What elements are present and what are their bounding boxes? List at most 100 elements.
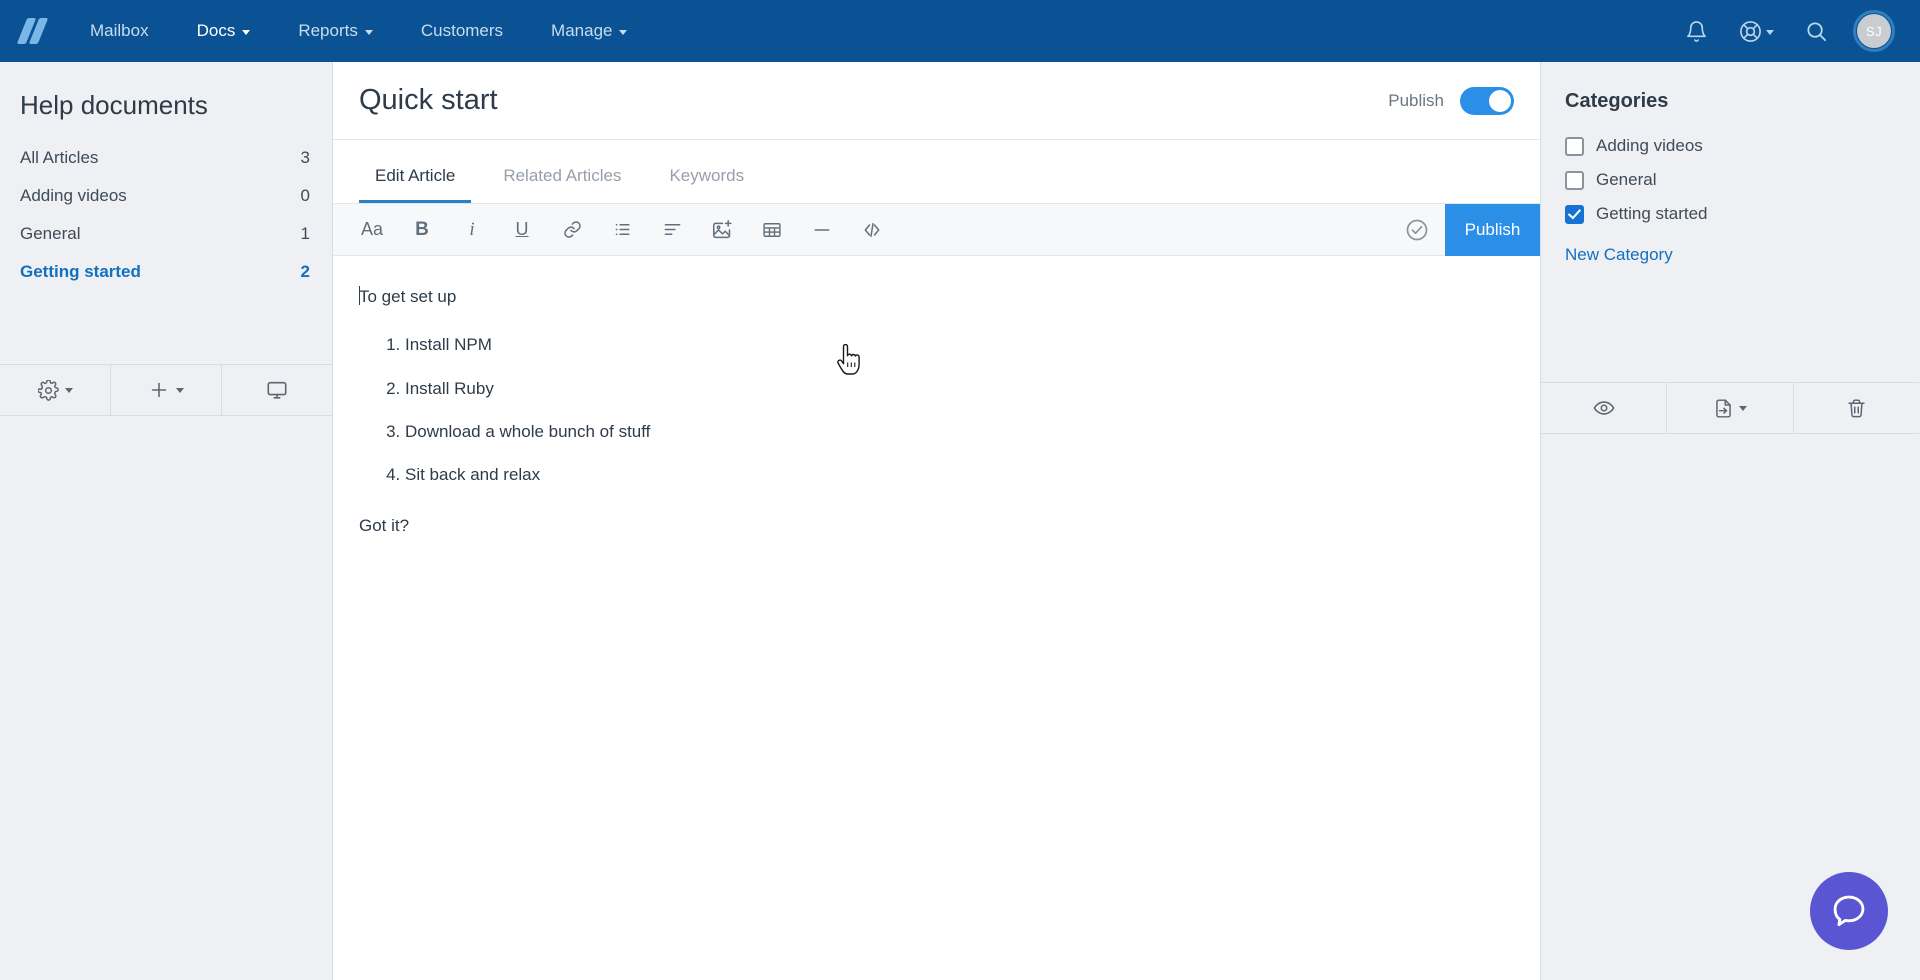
chevron-down-icon xyxy=(242,29,251,35)
sidebar-item-adding-videos[interactable]: Adding videos 0 xyxy=(0,177,332,215)
publish-toggle[interactable] xyxy=(1460,86,1514,115)
sidebar-item-label: Adding videos xyxy=(20,186,127,205)
chevron-down-icon xyxy=(1738,405,1747,411)
category-row-adding-videos[interactable]: Adding videos xyxy=(1541,129,1919,163)
category-label: General xyxy=(1596,170,1657,189)
sidebar-add-button[interactable] xyxy=(111,365,222,415)
tab-label: Related Articles xyxy=(503,166,622,185)
move-article-button[interactable] xyxy=(1667,383,1794,433)
sidebar-item-label: General xyxy=(20,224,81,243)
helpscout-logo[interactable] xyxy=(0,18,66,44)
publish-toggle-label: Publish xyxy=(1388,90,1444,110)
nav-item-mailbox[interactable]: Mailbox xyxy=(66,0,173,62)
category-label: Getting started xyxy=(1596,204,1708,223)
chevron-down-icon xyxy=(1765,29,1774,35)
editor-toolbar: Aa B i U Publish xyxy=(333,204,1540,256)
nav-item-manage[interactable]: Manage xyxy=(527,0,651,62)
sidebar-item-count: 2 xyxy=(300,262,310,281)
main-layout: Help documents All Articles 3 Adding vid… xyxy=(0,62,1920,980)
article-closing-paragraph: Got it? xyxy=(359,515,410,535)
life-ring-icon[interactable] xyxy=(1724,0,1788,62)
category-row-getting-started[interactable]: Getting started xyxy=(1541,197,1919,231)
chat-bubble-icon xyxy=(1833,895,1865,927)
sidebar-item-label: All Articles xyxy=(20,148,99,167)
top-navigation-bar: Mailbox Docs Reports Customers Manage SJ xyxy=(0,0,1920,62)
sidebar-item-label: Getting started xyxy=(20,262,141,281)
bullet-list-icon[interactable] xyxy=(597,204,647,256)
sidebar-item-general[interactable]: General 1 xyxy=(0,215,332,253)
categories-panel: Categories Adding videos General Getting… xyxy=(1541,62,1919,980)
chevron-down-icon xyxy=(64,387,73,393)
avatar-initials: SJ xyxy=(1857,14,1891,48)
bell-icon[interactable] xyxy=(1668,0,1724,62)
article-header: Quick start Publish xyxy=(333,62,1540,140)
category-checkbox[interactable] xyxy=(1565,136,1584,156)
tab-edit-article[interactable]: Edit Article xyxy=(359,166,472,203)
search-icon[interactable] xyxy=(1788,0,1844,62)
chevron-down-icon xyxy=(619,29,628,35)
list-item: Install Ruby xyxy=(405,376,1514,402)
article-editor-panel: Quick start Publish Edit Article Related… xyxy=(333,62,1541,980)
list-item: Install NPM xyxy=(405,332,1514,358)
underline-icon[interactable]: U xyxy=(497,204,547,256)
sidebar-item-count: 1 xyxy=(300,224,310,243)
article-tabs: Edit Article Related Articles Keywords xyxy=(333,140,1540,204)
nav-item-label: Docs xyxy=(196,21,236,40)
link-icon[interactable] xyxy=(547,204,597,256)
tab-label: Edit Article xyxy=(375,166,456,185)
nav-item-docs[interactable]: Docs xyxy=(173,0,275,62)
align-left-icon[interactable] xyxy=(647,204,697,256)
check-circle-icon[interactable] xyxy=(1389,204,1445,256)
article-body-editor[interactable]: To get set up Install NPM Install Ruby D… xyxy=(333,256,1540,980)
category-label: Adding videos xyxy=(1596,136,1703,155)
tab-label: Keywords xyxy=(669,166,745,185)
chevron-down-icon xyxy=(176,387,184,393)
table-icon[interactable] xyxy=(747,204,797,256)
sidebar-settings-button[interactable] xyxy=(0,365,111,415)
sidebar-preview-site-button[interactable] xyxy=(222,365,332,415)
nav-item-label: Manage xyxy=(551,21,613,40)
avatar[interactable]: SJ xyxy=(1844,0,1904,62)
nav-item-label: Mailbox xyxy=(90,21,149,40)
preview-article-button[interactable] xyxy=(1541,383,1668,433)
list-item: Download a whole bunch of stuff xyxy=(405,419,1514,445)
nav-item-label: Reports xyxy=(298,21,358,40)
editor-toolbar-actions: Publish xyxy=(1389,204,1540,256)
mouse-pointer-cursor xyxy=(835,343,861,384)
categories-footer-toolbar xyxy=(1541,382,1919,434)
chevron-down-icon xyxy=(364,29,373,35)
primary-nav: Mailbox Docs Reports Customers Manage xyxy=(66,0,651,62)
sidebar-item-count: 0 xyxy=(300,186,310,205)
beacon-chat-button[interactable] xyxy=(1810,872,1888,950)
sidebar: Help documents All Articles 3 Adding vid… xyxy=(0,62,333,980)
new-category-link[interactable]: New Category xyxy=(1541,231,1919,265)
category-row-general[interactable]: General xyxy=(1541,163,1919,197)
horizontal-rule-icon[interactable] xyxy=(797,204,847,256)
tab-related-articles[interactable]: Related Articles xyxy=(487,166,637,203)
categories-title: Categories xyxy=(1565,90,1669,112)
sidebar-collection-list: All Articles 3 Adding videos 0 General 1… xyxy=(0,139,332,301)
tab-keywords[interactable]: Keywords xyxy=(653,166,760,203)
category-checkbox[interactable] xyxy=(1565,170,1584,190)
sidebar-item-getting-started[interactable]: Getting started 2 xyxy=(0,253,332,291)
article-intro-paragraph: To get set up xyxy=(359,286,457,306)
nav-item-label: Customers xyxy=(420,21,504,40)
code-icon[interactable] xyxy=(847,204,897,256)
sidebar-footer-toolbar xyxy=(0,364,332,416)
font-size-icon[interactable]: Aa xyxy=(347,204,397,256)
sidebar-item-all-articles[interactable]: All Articles 3 xyxy=(0,139,332,177)
add-image-icon[interactable] xyxy=(697,204,747,256)
nav-item-customers[interactable]: Customers xyxy=(397,0,527,62)
article-steps-list: Install NPM Install Ruby Download a whol… xyxy=(405,332,1514,488)
sidebar-title: Help documents xyxy=(20,90,208,120)
toggle-knob xyxy=(1489,89,1511,112)
bold-icon[interactable]: B xyxy=(397,204,447,256)
italic-icon[interactable]: i xyxy=(447,204,497,256)
delete-article-button[interactable] xyxy=(1794,383,1919,433)
publish-button[interactable]: Publish xyxy=(1445,204,1540,256)
sidebar-item-count: 3 xyxy=(300,148,310,167)
list-item: Sit back and relax xyxy=(405,462,1514,488)
nav-item-reports[interactable]: Reports xyxy=(274,0,397,62)
page-title: Quick start xyxy=(359,84,498,116)
category-checkbox[interactable] xyxy=(1565,204,1584,224)
